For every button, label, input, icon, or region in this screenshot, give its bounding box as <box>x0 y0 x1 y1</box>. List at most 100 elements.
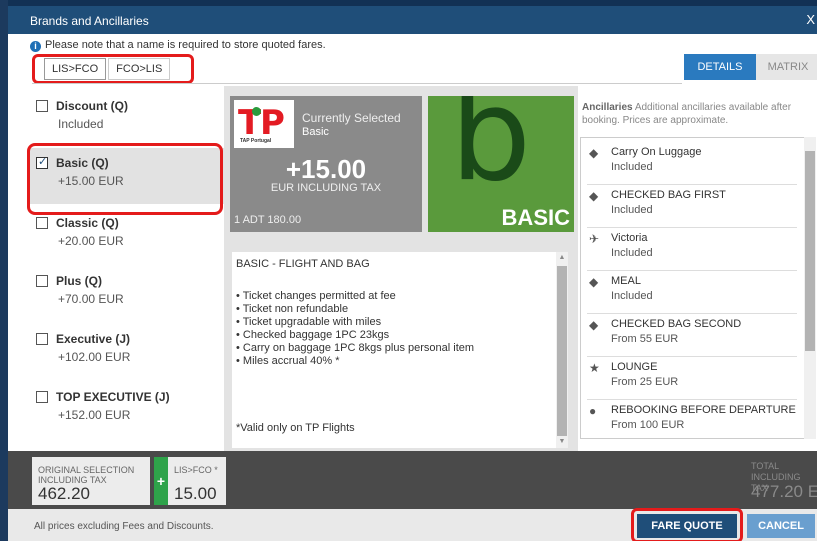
list-item[interactable]: ◆ Carry On Luggage Included <box>587 142 797 185</box>
description-scrollbar[interactable]: ▲ ▼ <box>556 252 568 448</box>
brand-price: +20.00 EUR <box>58 234 124 248</box>
list-item: • Ticket changes permitted at fee <box>236 290 396 302</box>
segment-tabs-divider <box>32 83 682 84</box>
list-item: • Checked baggage 1PC 23kgs <box>236 329 390 341</box>
dialog-titlebar: Brands and Ancillaries X <box>8 6 817 34</box>
list-item[interactable]: ✈ Victoria Included <box>587 228 797 271</box>
ancillary-name: CHECKED BAG FIRST <box>611 189 726 201</box>
scroll-down-icon[interactable]: ▼ <box>556 436 568 448</box>
scrollbar-thumb[interactable] <box>557 266 567 436</box>
brand-name: Classic (Q) <box>56 216 119 230</box>
brand-option-executive[interactable]: Executive (J) +102.00 EUR <box>30 324 224 380</box>
ancillary-status: Included <box>611 204 653 216</box>
list-item[interactable]: ● REBOOKING BEFORE DEPARTURE From 100 EU… <box>587 400 797 438</box>
tap-logo-mark: P <box>260 103 285 143</box>
list-item[interactable]: ◆ CHECKED BAG SECOND From 55 EUR <box>587 314 797 357</box>
brands-dialog: Brands and Ancillaries X i Please note th… <box>8 6 817 541</box>
window-left-edge <box>0 0 8 541</box>
currently-selected-label: Currently Selected <box>302 111 401 125</box>
brand-option-discount[interactable]: Discount (Q) Included <box>30 91 224 147</box>
star-icon: ★ <box>589 361 600 375</box>
currently-selected-brand: Basic <box>302 126 329 138</box>
plane-icon: ✈ <box>589 232 600 246</box>
list-item[interactable]: ★ LOUNGE From 25 EUR <box>587 357 797 400</box>
brand-price: +70.00 EUR <box>58 292 124 306</box>
ancillary-name: LOUNGE <box>611 361 658 373</box>
ancillary-status: Included <box>611 290 653 302</box>
ancillaries-list: ◆ Carry On Luggage Included ◆ CHECKED BA… <box>580 137 806 439</box>
ancillaries-title: Ancillaries <box>582 102 633 113</box>
brand-checkbox[interactable] <box>36 333 48 345</box>
brand-name: TOP EXECUTIVE (J) <box>56 390 170 404</box>
list-item: • Ticket upgradable with miles <box>236 316 382 328</box>
brand-checkbox[interactable] <box>36 275 48 287</box>
brand-option-classic[interactable]: Classic (Q) +20.00 EUR <box>30 208 224 264</box>
ancillary-name: Victoria <box>611 232 648 244</box>
brand-checkbox[interactable] <box>36 391 48 403</box>
price-summary-bar: ORIGINAL SELECTION INCLUDING TAX 462.20 +… <box>8 451 817 509</box>
tag-icon: ◆ <box>589 146 599 160</box>
original-selection-label: ORIGINAL SELECTION INCLUDING TAX <box>38 465 135 485</box>
segment-addition-label: LIS>FCO * <box>174 465 218 475</box>
dialog-footer: All prices excluding Fees and Discounts.… <box>8 508 817 541</box>
ancillary-status: From 55 EUR <box>611 333 679 345</box>
brand-price: +152.00 EUR <box>58 408 131 422</box>
list-item: • Miles accrual 40% * <box>236 355 340 367</box>
tab-details[interactable]: DETAILS <box>684 54 756 80</box>
ancillary-name: Carry On Luggage <box>611 146 702 158</box>
ancillary-name: CHECKED BAG SECOND <box>611 318 742 330</box>
name-required-notice: i Please note that a name is required to … <box>30 39 326 52</box>
segment-tabs: LIS>FCO FCO>LIS <box>44 58 172 80</box>
brand-checkbox[interactable] <box>36 100 48 112</box>
tag-icon: ◆ <box>589 189 599 203</box>
segment-addition-value: 15.00 <box>174 484 217 503</box>
tap-logo-word: TAP Portugal <box>240 138 272 144</box>
tap-logo: T P TAP Portugal <box>234 100 294 148</box>
tab-segment-fco-lis[interactable]: FCO>LIS <box>108 58 171 80</box>
price-tax-label: EUR INCLUDING TAX <box>270 182 382 194</box>
info-icon: i <box>30 41 41 52</box>
tab-segment-lis-fco[interactable]: LIS>FCO <box>44 58 107 80</box>
brand-name: Plus (Q) <box>56 274 103 288</box>
list-item: • Ticket non refundable <box>236 303 349 315</box>
total-value: 477.20 EUR <box>751 482 817 501</box>
segment-addition-card: + LIS>FCO * 15.00 <box>154 457 226 505</box>
fees-note: All prices excluding Fees and Discounts. <box>34 521 214 532</box>
info-icon: ● <box>589 404 597 418</box>
description-footnote: *Valid only on TP Flights <box>236 422 355 434</box>
tab-matrix[interactable]: MATRIX <box>756 54 817 80</box>
list-item[interactable]: ◆ MEAL Included <box>587 271 797 314</box>
brand-option-top-executive[interactable]: TOP EXECUTIVE (J) +152.00 EUR <box>30 382 224 438</box>
ancillary-status: From 25 EUR <box>611 376 679 388</box>
tag-icon: ◆ <box>589 318 599 332</box>
tag-icon: ◆ <box>589 275 599 289</box>
ancillaries-header: Ancillaries Additional ancillaries avail… <box>582 101 817 127</box>
scroll-up-icon[interactable]: ▲ <box>556 252 568 264</box>
original-selection-card: ORIGINAL SELECTION INCLUDING TAX 462.20 <box>32 457 150 505</box>
notice-text: Please note that a name is required to s… <box>45 39 326 51</box>
selected-price-card: T P TAP Portugal Currently Selected Basi… <box>230 96 422 232</box>
dialog-title: Brands and Ancillaries <box>30 14 149 28</box>
list-item[interactable]: ◆ CHECKED BAG FIRST Included <box>587 185 797 228</box>
ancillaries-scrollbar[interactable] <box>804 137 816 439</box>
brand-checkbox[interactable] <box>36 217 48 229</box>
fare-quote-highlight <box>631 508 743 541</box>
cancel-button[interactable]: CANCEL <box>747 514 815 538</box>
plus-icon: + <box>154 457 168 505</box>
ancillary-status: From 100 EUR <box>611 419 685 431</box>
scrollbar-thumb[interactable] <box>805 151 815 351</box>
list-item: • Carry on baggage 1PC 8kgs plus persona… <box>236 342 475 354</box>
brand-option-plus[interactable]: Plus (Q) +70.00 EUR <box>30 266 224 322</box>
description-heading: BASIC - FLIGHT AND BAG <box>236 258 370 270</box>
close-icon[interactable]: X <box>806 12 815 27</box>
ancillary-name: MEAL <box>611 275 641 287</box>
passenger-fare-line: 1 ADT 180.00 <box>234 214 302 226</box>
tap-logo-dot <box>252 107 261 116</box>
brand-price: +102.00 EUR <box>58 350 131 364</box>
brand-price: Included <box>58 117 104 131</box>
selected-brand-highlight <box>27 143 223 215</box>
price-difference: +15.00 <box>285 154 367 184</box>
brand-name: Executive (J) <box>56 332 131 346</box>
brand-logo-letter: b <box>450 96 532 210</box>
brand-logo-tile: b BASIC <box>428 96 574 232</box>
